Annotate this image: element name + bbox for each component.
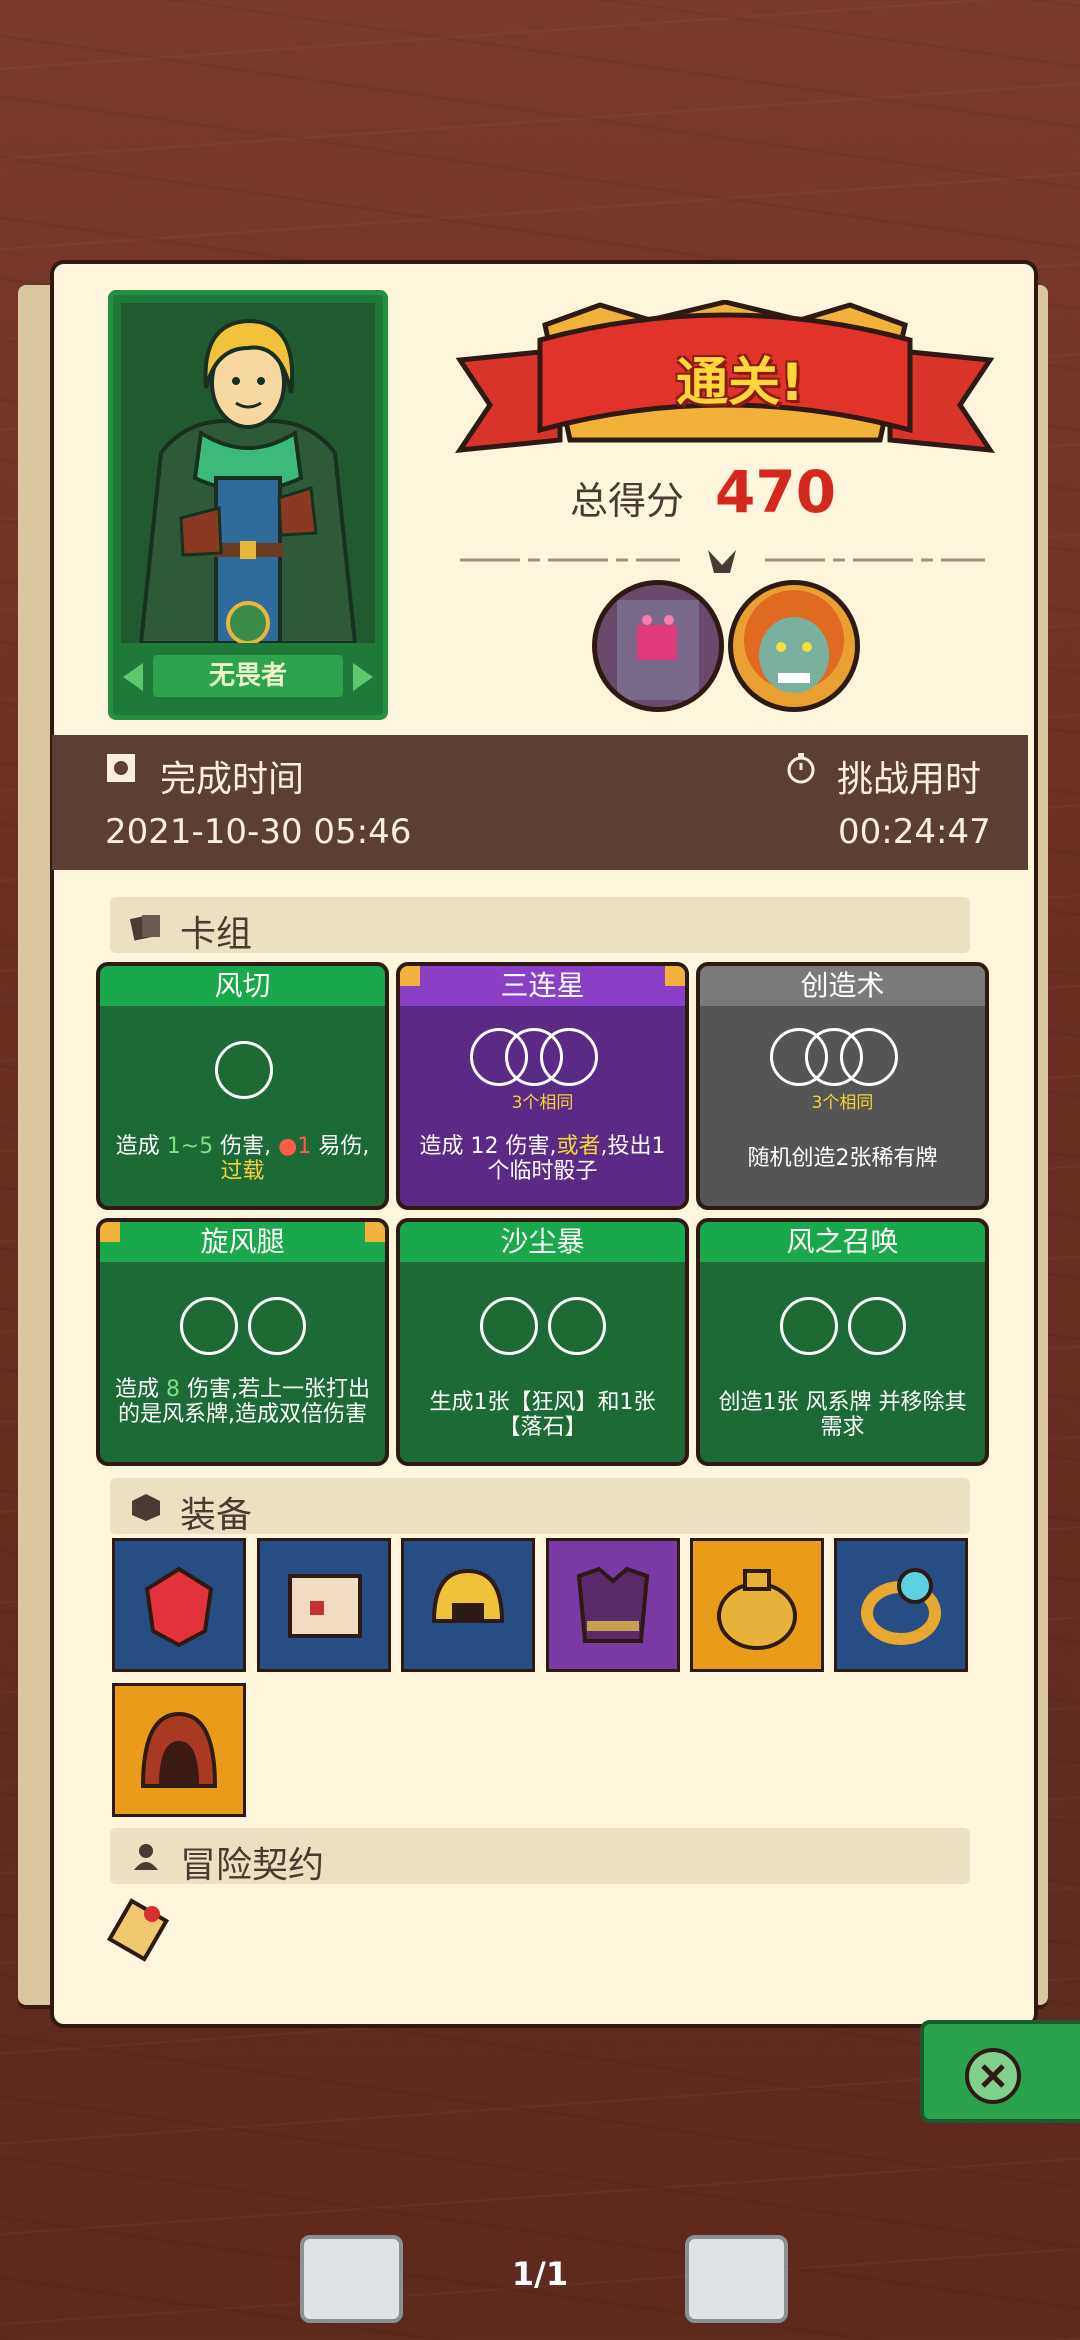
wind-rune-icon	[180, 1297, 238, 1355]
card-description: 造成 1~5 伤害, ●1 易伤, 过载	[115, 1134, 370, 1184]
box-icon	[132, 1494, 160, 1521]
card-corner	[100, 1222, 120, 1242]
card-corner	[365, 1222, 385, 1242]
prev-page-button[interactable]	[300, 2235, 403, 2323]
contract-scroll-icon[interactable]	[100, 1890, 178, 1968]
close-icon[interactable]	[965, 2048, 1021, 2104]
rock-rune-icon	[548, 1297, 606, 1355]
card-title: 旋风腿	[100, 1222, 385, 1262]
defeated-enemy-golem[interactable]	[592, 580, 724, 712]
card-title: 三连星	[400, 966, 685, 1006]
card-description: 生成1张【狂风】和1张【落石】	[429, 1390, 656, 1440]
card-description: 创造1张 风系牌 并移除其需求	[718, 1390, 967, 1440]
wind-rune-icon	[480, 1297, 538, 1355]
card-sandstorm[interactable]: 沙尘暴 生成1张【狂风】和1张【落石】	[396, 1218, 689, 1466]
ornament-divider	[460, 550, 985, 573]
person-icon	[134, 1844, 158, 1870]
card-requirement: 3个相同	[511, 1093, 574, 1113]
equipment-section-header: 装备	[110, 1478, 970, 1536]
card-wind-slash[interactable]: 风切 造成 1~5 伤害, ●1 易伤, 过载	[96, 962, 389, 1210]
empty-slot-icon	[840, 1028, 898, 1086]
page-indicator: 1/1	[511, 2255, 569, 2293]
ruby-gem-icon[interactable]	[112, 1538, 246, 1672]
purple-armor-icon[interactable]	[546, 1538, 680, 1672]
hero-portrait[interactable]: 无畏者	[108, 290, 388, 720]
contract-section-header: 冒险契约	[110, 1828, 970, 1886]
card-wind-summon[interactable]: 风之召唤 创造1张 风系牌 并移除其需求	[696, 1218, 989, 1466]
prev-hero-arrow-icon[interactable]	[123, 663, 143, 691]
card-requirement: 3个相同	[811, 1093, 874, 1113]
card-corner	[400, 966, 420, 986]
challenge-time-value: 00:24:47	[838, 812, 991, 852]
gold-ring-icon[interactable]	[834, 1538, 968, 1672]
card-creation[interactable]: 创造术 3个相同 随机创造2张稀有牌	[696, 962, 989, 1210]
wind-rune-icon	[780, 1297, 838, 1355]
card-corner	[665, 966, 685, 986]
treasure-sack-icon[interactable]	[690, 1538, 824, 1672]
deck-section-label: 卡组	[180, 914, 253, 955]
clear-title: 通关!	[676, 353, 804, 413]
wind-rune-icon	[848, 1297, 906, 1355]
card-description: 造成 12 伤害,或者,投出1个临时骰子	[419, 1134, 666, 1184]
wind-rune-icon	[248, 1297, 306, 1355]
hero-illustration	[121, 303, 375, 645]
next-hero-arrow-icon[interactable]	[353, 663, 373, 691]
contract-section-label: 冒险契约	[180, 1845, 325, 1886]
cards-icon	[130, 915, 160, 941]
challenge-time-label: 挑战用时	[837, 759, 982, 800]
next-page-button[interactable]	[685, 2235, 788, 2323]
empty-slot-icon	[540, 1028, 598, 1086]
defeated-enemy-orc[interactable]	[728, 580, 860, 712]
card-title: 沙尘暴	[400, 1222, 685, 1262]
card-title: 风之召唤	[700, 1222, 985, 1262]
red-hood-icon[interactable]	[112, 1683, 246, 1817]
wind-rune-icon	[215, 1041, 273, 1099]
card-title: 风切	[100, 966, 385, 1006]
card-description: 造成 8 伤害,若上一张打出的是风系牌,造成双倍伤害	[114, 1377, 370, 1427]
score-value: 470	[715, 458, 837, 526]
deck-section-header: 卡组	[110, 897, 970, 955]
stopwatch-icon	[787, 753, 815, 784]
finish-time-label: 完成时间	[160, 759, 305, 800]
golden-helmet-icon[interactable]	[401, 1538, 535, 1672]
score-label: 总得分	[570, 479, 685, 523]
equipment-section-label: 装备	[180, 1495, 253, 1536]
card-whirlwind-kick[interactable]: 旋风腿 造成 8 伤害,若上一张打出的是风系牌,造成双倍伤害	[96, 1218, 389, 1466]
card-triple-star[interactable]: 三连星 3个相同 造成 12 伤害,或者,投出1个临时骰子	[396, 962, 689, 1210]
finish-time-value: 2021-10-30 05:46	[105, 812, 412, 852]
hero-name: 无畏者	[153, 655, 343, 697]
card-title: 创造术	[700, 966, 985, 1006]
scroll-icon[interactable]	[257, 1538, 391, 1672]
card-description: 随机创造2张稀有牌	[747, 1146, 938, 1171]
film-icon	[107, 754, 135, 782]
